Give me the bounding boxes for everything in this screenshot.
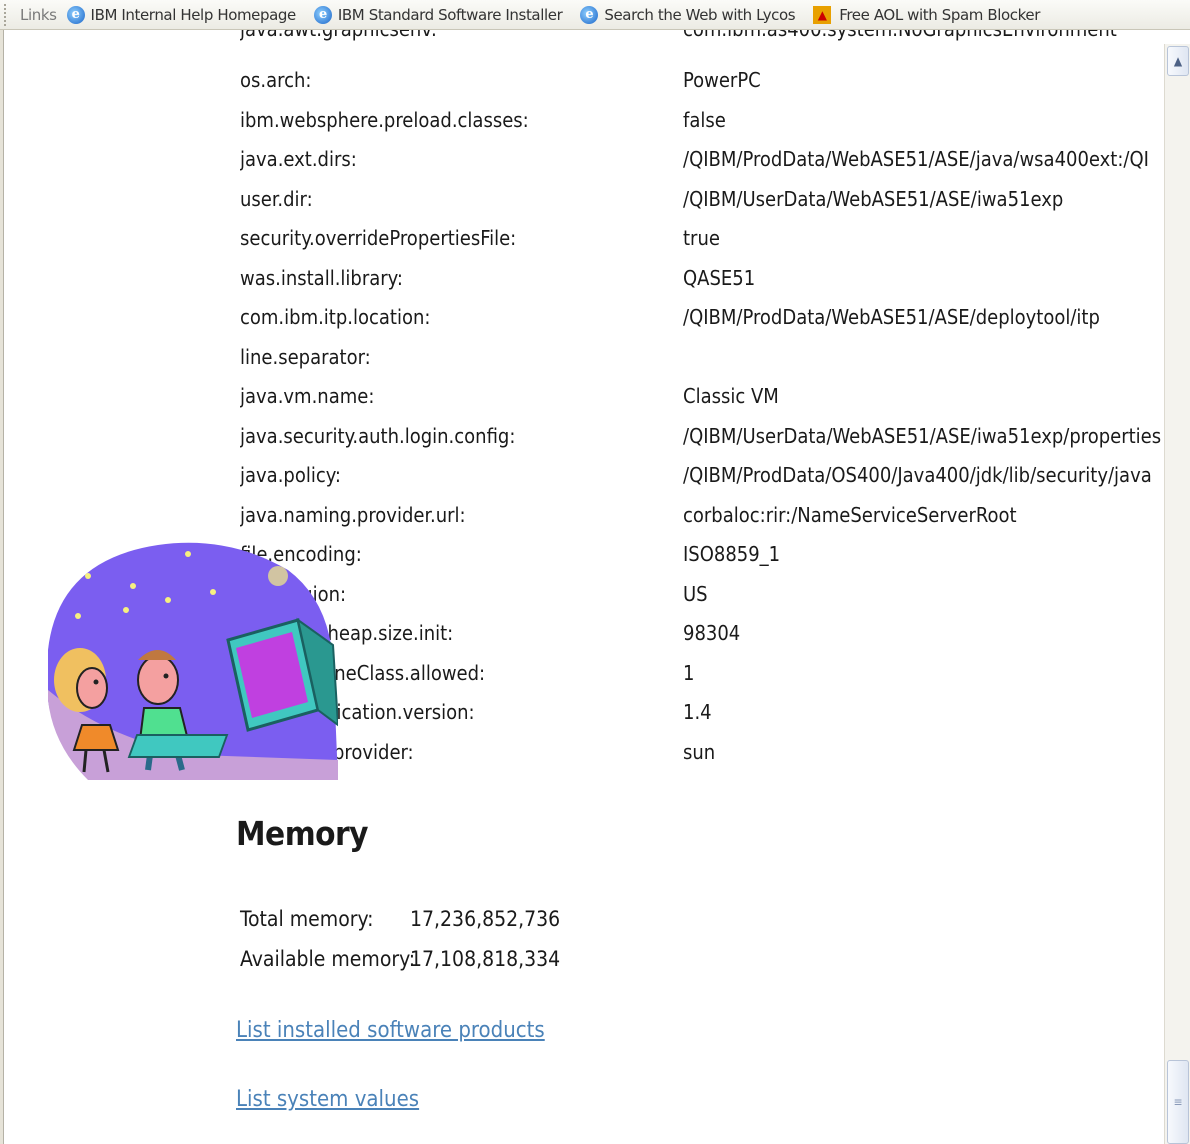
property-value: ISO8859_1: [683, 542, 781, 566]
total-memory-label: Total memory:: [240, 907, 374, 931]
total-memory-value: 17,236,852,736: [410, 907, 561, 931]
property-value: true: [683, 226, 720, 250]
property-row: java.ext.dirs: /QIBM/ProdData/WebASE51/AS…: [240, 140, 1164, 179]
ie-icon: e: [580, 5, 599, 24]
property-key: os.arch:: [240, 68, 312, 92]
property-key: security.overridePropertiesFile:: [240, 226, 517, 250]
property-row: com.ibm.itp.location: /QIBM/ProdData/WebA…: [240, 298, 1164, 337]
property-value: false: [683, 107, 726, 132]
property-key: java.vm.name:: [240, 384, 375, 408]
property-key: ibm.websphere.preload.classes:: [240, 107, 529, 132]
property-row: security.overridePropertiesFile: true: [240, 219, 1164, 258]
link-label: IBM Standard Software Installer: [337, 5, 563, 24]
link-label: Free AOL with Spam Blocker: [839, 5, 1040, 24]
property-row: java.awt.graphicsenv: com.ibm.as400.syst…: [240, 30, 1164, 49]
property-row: ibm.websphere.preload.classes: false: [240, 101, 1164, 140]
property-row: os.arch: PowerPC: [240, 61, 1164, 100]
property-row: os400.jdk.provider:sun: [240, 733, 1164, 772]
property-row: os400.defineClass.allowed: 1: [240, 654, 1164, 693]
property-row: was.install.library: QASE51: [240, 259, 1164, 298]
property-value: /QIBM/ProdData/WebASE51/ASE/java/wsa400e…: [683, 147, 1149, 171]
property-value: /QIBM/ProdData/OS400/Java400/jdk/lib/sec…: [683, 463, 1152, 487]
property-value: /QIBM/UserData/WebASE51/ASE/iwa51exp: [683, 186, 1064, 211]
property-value: com.ibm.as400.system.NoGraphicsEnvironme…: [683, 30, 1164, 49]
property-key: java.security.auth.login.config:: [240, 423, 516, 448]
memory-heading: Memory: [236, 814, 369, 853]
property-key: com.ibm.itp.location:: [240, 305, 431, 329]
total-memory-row: Total memory: 17,236,852,736: [240, 899, 560, 939]
property-row: java.policy: /QIBM/ProdData/OS400/Java400…: [240, 456, 1164, 495]
property-value: corbaloc:rir:/NameServiceServerRoot: [683, 502, 1017, 527]
available-memory-label: Available memory:: [240, 947, 416, 971]
available-memory-value: 17,108,818,334: [410, 947, 561, 971]
property-value: 1.4: [683, 700, 712, 724]
available-memory-row: Available memory:17,108,818,334: [240, 939, 560, 979]
property-row: user.dir: /QIBM/UserData/WebASE51/ASE/iwa…: [240, 180, 1164, 219]
scroll-up-button[interactable]: ▲: [1167, 46, 1189, 76]
link-ibm-installer[interactable]: e IBM Standard Software Installer: [313, 5, 563, 24]
property-value: 1: [683, 660, 695, 685]
links-label: Links: [20, 5, 57, 24]
property-row: file.encoding: ISO8859_1: [240, 535, 1164, 574]
toolbar-grip[interactable]: [4, 3, 8, 26]
aol-icon: ▲: [813, 5, 832, 24]
property-row: java.naming.provider.url: corbaloc:rir:/N…: [240, 496, 1164, 535]
ie-icon: e: [313, 5, 332, 24]
property-row: java.security.auth.login.config: /QIBM/Us…: [240, 417, 1164, 456]
link-lycos-search[interactable]: e Search the Web with Lycos: [580, 5, 796, 24]
ie-icon: e: [66, 5, 85, 24]
property-row: java.specification.version: 1.4: [240, 693, 1164, 732]
property-value: US: [683, 581, 708, 606]
link-aol[interactable]: ▲ Free AOL with Spam Blocker: [813, 5, 1040, 24]
property-key: user.dir:: [240, 186, 313, 211]
link-label: Search the Web with Lycos: [604, 5, 796, 24]
list-system-values-link[interactable]: List system values: [236, 1087, 419, 1112]
property-key: java.ext.dirs:: [240, 147, 357, 171]
links-toolbar: Links e IBM Internal Help Homepage e IBM…: [0, 0, 1190, 30]
property-value: /QIBM/UserData/WebASE51/ASE/iwa51exp/pro…: [683, 423, 1162, 448]
property-value: Classic VM: [683, 384, 779, 408]
property-value: PowerPC: [683, 68, 761, 92]
scroll-thumb[interactable]: ≡: [1167, 1060, 1189, 1144]
property-key: line.separator:: [240, 344, 371, 369]
property-key: java.policy:: [240, 463, 341, 487]
property-key: java.naming.provider.url:: [240, 502, 466, 527]
property-value: 98304: [683, 621, 741, 645]
property-value: sun: [683, 739, 716, 764]
property-row: line.separator:: [240, 338, 1164, 377]
property-row: os400.gc.heap.size.init: 98304: [240, 614, 1164, 653]
list-software-products-link[interactable]: List installed software products: [236, 1018, 545, 1043]
property-row: user.region:US: [240, 575, 1164, 614]
property-value: /QIBM/ProdData/WebASE51/ASE/deploytool/i…: [683, 305, 1100, 329]
link-ibm-help[interactable]: e IBM Internal Help Homepage: [66, 5, 297, 24]
property-row: java.vm.name: Classic VM: [240, 377, 1164, 416]
people-at-computer-clipart: [48, 542, 338, 780]
property-key: java.awt.graphicsenv:: [240, 30, 680, 49]
vertical-scrollbar[interactable]: ▲ ≡: [1164, 44, 1190, 1144]
link-label: IBM Internal Help Homepage: [90, 5, 297, 24]
page-content: java.awt.graphicsenv: com.ibm.as400.syst…: [4, 30, 1164, 1144]
property-value: QASE51: [683, 265, 756, 290]
property-key: was.install.library:: [240, 265, 403, 290]
